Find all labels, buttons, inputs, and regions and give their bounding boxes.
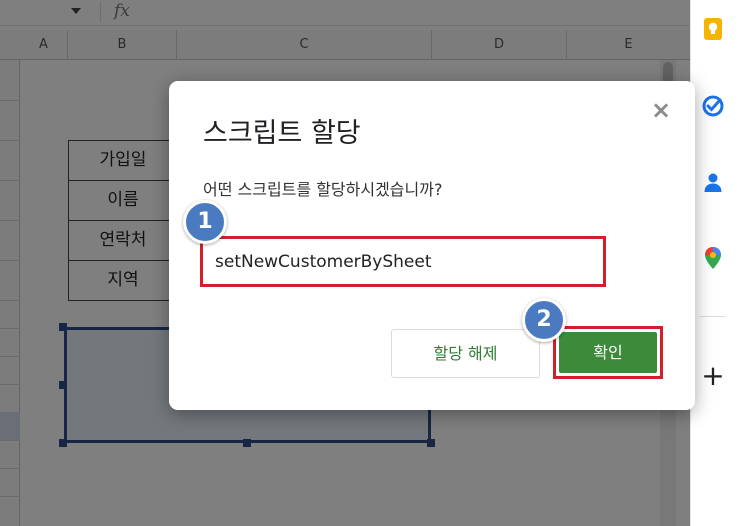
contacts-icon[interactable] (701, 170, 725, 194)
side-panel-divider (700, 316, 726, 317)
unassign-button[interactable]: 할당 해제 (391, 329, 540, 378)
tasks-icon[interactable] (701, 94, 725, 118)
step-2-badge: 2 (522, 298, 566, 342)
assign-script-dialog: 스크립트 할당 × 어떤 스크립트를 할당하시겠습니까? 할당 해제 확인 (169, 81, 695, 410)
close-icon[interactable]: × (649, 98, 673, 122)
confirm-highlight: 확인 (553, 326, 663, 379)
dialog-title: 스크립트 할당 (203, 118, 361, 149)
dialog-question: 어떤 스크립트를 할당하시겠습니까? (203, 180, 443, 199)
script-name-input[interactable] (200, 236, 606, 287)
keep-icon[interactable] (701, 17, 725, 41)
side-panel: + (690, 0, 738, 526)
confirm-button[interactable]: 확인 (559, 332, 657, 373)
maps-icon[interactable] (701, 246, 725, 270)
add-icon[interactable]: + (701, 362, 725, 390)
step-1-badge: 1 (183, 200, 227, 244)
